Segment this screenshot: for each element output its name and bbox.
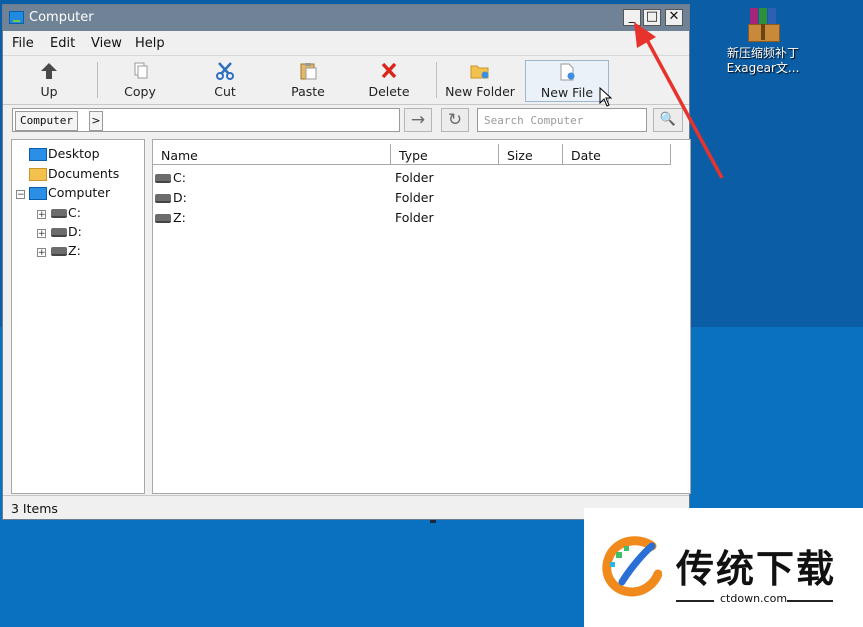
up-label: Up	[40, 84, 58, 99]
delete-label: Delete	[368, 84, 410, 99]
paste-label: Paste	[291, 84, 325, 99]
menu-edit[interactable]: Edit	[50, 36, 75, 51]
drive-icon	[51, 209, 67, 218]
drive-icon	[155, 194, 171, 203]
folder-tree: Desktop Documents − Computer + C: + D: +…	[11, 139, 145, 494]
tree-item-computer[interactable]: Computer	[29, 185, 110, 200]
column-header-name[interactable]: Name	[153, 144, 391, 165]
go-arrow-button[interactable]: →	[404, 108, 432, 132]
watermark-panel: 传统下载 ctdown.com	[584, 508, 863, 627]
new-folder-button[interactable]: New Folder	[443, 60, 517, 100]
close-button[interactable]: ✕	[665, 9, 683, 26]
desktop-icon-label-line2: Exagear文...	[726, 61, 800, 75]
breadcrumb[interactable]: Computer >	[12, 108, 400, 132]
menu-help[interactable]: Help	[135, 36, 165, 51]
tree-item-drive-d[interactable]: D:	[51, 224, 82, 239]
file-type: Folder	[395, 170, 434, 185]
delete-x-icon	[378, 62, 400, 80]
watermark-url: ctdown.com	[720, 592, 788, 605]
file-name: D:	[173, 190, 187, 205]
copy-label: Copy	[124, 84, 156, 99]
cut-button[interactable]: Cut	[203, 60, 247, 100]
menu-view[interactable]: View	[91, 36, 122, 51]
paste-button[interactable]: Paste	[285, 60, 331, 100]
column-header-size[interactable]: Size	[499, 144, 563, 165]
desktop-icon-archive[interactable]: 新压缩频补丁 Exagear文...	[703, 6, 823, 76]
file-list: Name Type Size Date C: Folder D: Folder …	[152, 139, 691, 494]
expand-z-icon[interactable]: +	[37, 248, 46, 258]
desktop-icon-label-line1: 新压缩频补丁	[726, 46, 799, 60]
column-header-type[interactable]: Type	[391, 144, 499, 165]
file-row[interactable]: Z: Folder	[153, 208, 690, 228]
toolbar-separator	[97, 62, 98, 98]
file-name: C:	[173, 170, 186, 185]
breadcrumb-computer[interactable]: Computer	[15, 111, 78, 131]
file-row[interactable]: C: Folder	[153, 168, 690, 188]
tree-item-desktop[interactable]: Desktop	[29, 146, 100, 161]
minimize-button[interactable]: _	[623, 9, 641, 26]
breadcrumb-chevron-icon[interactable]: >	[89, 111, 103, 131]
expand-c-icon[interactable]: +	[37, 210, 46, 220]
cut-label: Cut	[214, 84, 236, 99]
copy-icon	[129, 62, 151, 80]
new-file-label: New File	[540, 85, 594, 100]
tree-item-label: C:	[68, 205, 81, 220]
file-type: Folder	[395, 190, 434, 205]
tree-item-label: Computer	[48, 185, 111, 200]
tree-item-label: Z:	[68, 243, 81, 258]
tree-item-drive-c[interactable]: C:	[51, 205, 81, 220]
file-explorer-window: Computer _ □ ✕ File Edit View Help Up Co…	[2, 4, 691, 520]
monitor-icon	[29, 148, 47, 161]
toolbar-separator	[436, 62, 437, 98]
collapse-computer-icon[interactable]: −	[16, 190, 25, 200]
new-folder-icon	[469, 62, 491, 80]
file-row[interactable]: D: Folder	[153, 188, 690, 208]
title-bar[interactable]: Computer _ □ ✕	[3, 5, 689, 31]
file-type: Folder	[395, 210, 434, 225]
menu-file[interactable]: File	[12, 36, 34, 51]
refresh-button[interactable]: ↻	[441, 108, 469, 132]
ctdown-logo-icon	[602, 536, 662, 597]
taskbar-marker	[430, 520, 436, 523]
clipboard-icon	[297, 62, 319, 80]
watermark-title: 传统下载	[676, 547, 837, 591]
tree-item-label: D:	[68, 224, 82, 239]
watermark-rule-left	[676, 600, 714, 602]
scissors-icon	[214, 62, 236, 80]
file-name: Z:	[173, 210, 186, 225]
delete-button[interactable]: Delete	[365, 60, 413, 100]
search-input[interactable]	[477, 108, 647, 132]
folder-icon	[29, 168, 47, 181]
window-title: Computer	[29, 10, 94, 25]
new-folder-label: New Folder	[445, 84, 515, 99]
drive-icon	[51, 228, 67, 237]
copy-button[interactable]: Copy	[117, 60, 163, 100]
tree-item-drive-z[interactable]: Z:	[51, 243, 81, 258]
drive-icon	[51, 247, 67, 256]
watermark-rule-right	[787, 600, 833, 602]
winrar-archive-icon	[746, 6, 780, 42]
up-arrow-icon	[38, 62, 60, 80]
new-file-button[interactable]: New File	[525, 60, 609, 102]
menu-bar: File Edit View Help	[3, 33, 689, 55]
expand-d-icon[interactable]: +	[37, 229, 46, 239]
tree-item-label: Desktop	[48, 146, 100, 161]
monitor-icon	[29, 187, 47, 200]
drive-icon	[155, 214, 171, 223]
status-item-count: 3 Items	[11, 501, 58, 516]
column-header-date[interactable]: Date	[563, 144, 671, 165]
address-bar: Computer > → ↻ 🔍	[3, 103, 689, 137]
up-button[interactable]: Up	[29, 60, 69, 100]
toolbar: Up Copy Cut Paste Delete New Folder New …	[3, 55, 689, 107]
new-file-icon	[556, 63, 578, 81]
computer-app-icon	[9, 11, 24, 24]
tree-item-label: Documents	[48, 166, 120, 181]
drive-icon	[155, 174, 171, 183]
maximize-button[interactable]: □	[643, 9, 661, 26]
tree-item-documents[interactable]: Documents	[29, 166, 119, 181]
search-icon[interactable]: 🔍	[653, 108, 683, 132]
